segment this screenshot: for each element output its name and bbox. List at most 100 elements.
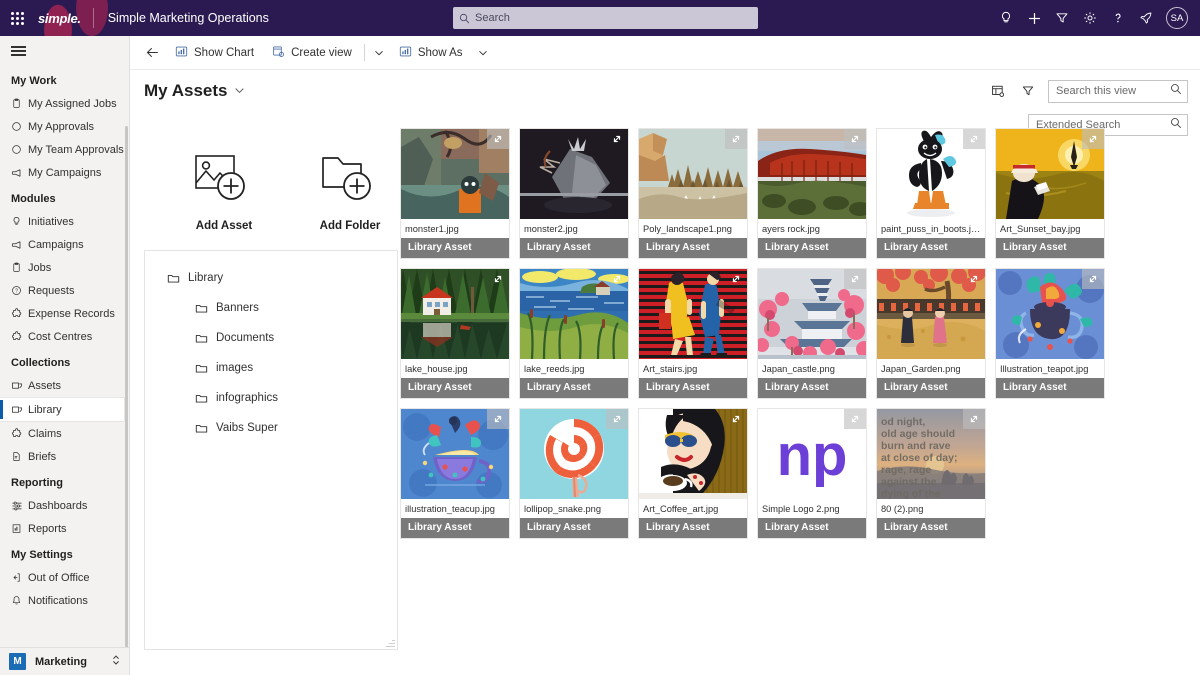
asset-card[interactable]: Japan_Garden.png Library Asset: [876, 268, 986, 399]
asset-thumbnail[interactable]: [758, 269, 866, 359]
sidebar-item-out-of-office[interactable]: Out of Office: [0, 566, 129, 589]
asset-card[interactable]: Art_Sunset_bay.jpg Library Asset: [995, 128, 1105, 259]
expand-icon[interactable]: [844, 409, 866, 429]
tree-node-library[interactable]: Library: [145, 263, 397, 293]
avatar[interactable]: SA: [1166, 7, 1188, 29]
asset-card[interactable]: Illustration_teapot.jpg Library Asset: [995, 268, 1105, 399]
asset-card[interactable]: lollipop_snake.png Library Asset: [519, 408, 629, 539]
add-asset-button[interactable]: Add Asset: [182, 148, 266, 232]
sidebar-item-claims[interactable]: Claims: [0, 422, 129, 445]
asset-thumbnail[interactable]: [996, 269, 1104, 359]
filter-icon[interactable]: [1018, 80, 1038, 102]
area-switcher[interactable]: M Marketing: [0, 647, 129, 675]
asset-card[interactable]: illustration_teacup.jpg Library Asset: [400, 408, 510, 539]
global-search[interactable]: [453, 7, 758, 29]
tree-node-documents[interactable]: Documents: [145, 323, 397, 353]
asset-thumbnail[interactable]: [520, 269, 628, 359]
sidebar-item-dashboards[interactable]: Dashboards: [0, 494, 129, 517]
show-chart-button[interactable]: Show Chart: [166, 39, 263, 67]
expand-icon[interactable]: [487, 129, 509, 149]
app-launcher-button[interactable]: [0, 0, 34, 36]
asset-card[interactable]: Poly_landscape1.png Library Asset: [638, 128, 748, 259]
sidebar-item-expense-records[interactable]: Expense Records: [0, 302, 129, 325]
edit-columns-icon[interactable]: [988, 80, 1008, 102]
asset-card[interactable]: od night, old age should burn and rave a…: [876, 408, 986, 539]
sidebar-item-assets[interactable]: Assets: [0, 374, 129, 397]
show-as-button[interactable]: Show As: [390, 39, 472, 67]
help-icon[interactable]: [1104, 0, 1132, 36]
sidebar-scrollbar[interactable]: [125, 126, 128, 647]
sidebar-item-requests[interactable]: ? Requests: [0, 279, 129, 302]
sidebar-item-reports[interactable]: Reports: [0, 517, 129, 540]
search-this-view-input[interactable]: [1056, 85, 1170, 97]
sidebar-item-my-team-approvals[interactable]: My Team Approvals: [0, 138, 129, 161]
filter-icon[interactable]: [1048, 0, 1076, 36]
expand-icon[interactable]: [963, 269, 985, 289]
global-search-input[interactable]: [475, 12, 752, 24]
asset-thumbnail[interactable]: [401, 409, 509, 499]
search-this-view[interactable]: [1048, 79, 1188, 103]
view-selector[interactable]: My Assets: [144, 81, 245, 101]
sidebar-item-campaigns[interactable]: Campaigns: [0, 233, 129, 256]
sidebar-collapse-button[interactable]: [0, 36, 129, 66]
sidebar-item-my-approvals[interactable]: My Approvals: [0, 115, 129, 138]
asset-card[interactable]: Japan_castle.png Library Asset: [757, 268, 867, 399]
sidebar-item-initiatives[interactable]: Initiatives: [0, 210, 129, 233]
asset-thumbnail[interactable]: [758, 129, 866, 219]
expand-icon[interactable]: [963, 129, 985, 149]
expand-icon[interactable]: [606, 269, 628, 289]
sidebar-item-my-assigned-jobs[interactable]: My Assigned Jobs: [0, 92, 129, 115]
sidebar-item-my-campaigns[interactable]: My Campaigns: [0, 161, 129, 184]
sidebar-item-library[interactable]: Library: [0, 397, 125, 422]
expand-icon[interactable]: [487, 269, 509, 289]
asset-thumbnail[interactable]: [877, 129, 985, 219]
rocket-icon[interactable]: [1132, 0, 1160, 36]
asset-thumbnail[interactable]: [401, 269, 509, 359]
back-button[interactable]: [138, 39, 166, 67]
asset-thumbnail[interactable]: [639, 129, 747, 219]
brand-logo[interactable]: simple.: [34, 11, 93, 26]
expand-icon[interactable]: [725, 409, 747, 429]
expand-icon[interactable]: [606, 129, 628, 149]
asset-thumbnail[interactable]: [639, 409, 747, 499]
asset-card[interactable]: lake_reeds.jpg Library Asset: [519, 268, 629, 399]
expand-icon[interactable]: [725, 269, 747, 289]
tree-node-vaibs-super[interactable]: Vaibs Super: [145, 413, 397, 443]
gear-icon[interactable]: [1076, 0, 1104, 36]
plus-icon[interactable]: [1020, 0, 1048, 36]
expand-icon[interactable]: [1082, 129, 1104, 149]
sidebar-item-jobs[interactable]: Jobs: [0, 256, 129, 279]
create-view-button[interactable]: Create view: [263, 39, 361, 67]
asset-card[interactable]: paint_puss_in_boots.jpg Library Asset: [876, 128, 986, 259]
command-overflow-button[interactable]: [368, 39, 390, 67]
expand-icon[interactable]: [844, 269, 866, 289]
expand-icon[interactable]: [725, 129, 747, 149]
asset-thumbnail[interactable]: np: [758, 409, 866, 499]
lightbulb-icon[interactable]: [992, 0, 1020, 36]
panel-resize-handle[interactable]: [385, 637, 395, 647]
tree-node-banners[interactable]: Banners: [145, 293, 397, 323]
expand-icon[interactable]: [963, 409, 985, 429]
asset-card[interactable]: Art_stairs.jpg Library Asset: [638, 268, 748, 399]
asset-thumbnail[interactable]: [996, 129, 1104, 219]
asset-card[interactable]: np Simple Logo 2.png Library Asset: [757, 408, 867, 539]
sidebar-item-notifications[interactable]: Notifications: [0, 589, 129, 612]
asset-card[interactable]: monster2.jpg Library Asset: [519, 128, 629, 259]
asset-thumbnail[interactable]: [401, 129, 509, 219]
asset-card[interactable]: Art_Coffee_art.jpg Library Asset: [638, 408, 748, 539]
asset-thumbnail[interactable]: od night, old age should burn and rave a…: [877, 409, 985, 499]
expand-icon[interactable]: [606, 409, 628, 429]
asset-thumbnail[interactable]: [520, 409, 628, 499]
asset-card[interactable]: monster1.jpg Library Asset: [400, 128, 510, 259]
expand-icon[interactable]: [844, 129, 866, 149]
asset-thumbnail[interactable]: [520, 129, 628, 219]
asset-card[interactable]: ayers rock.jpg Library Asset: [757, 128, 867, 259]
sidebar-item-briefs[interactable]: Briefs: [0, 445, 129, 468]
asset-thumbnail[interactable]: [639, 269, 747, 359]
asset-thumbnail[interactable]: [877, 269, 985, 359]
tree-node-images[interactable]: images: [145, 353, 397, 383]
add-folder-button[interactable]: Add Folder: [308, 148, 392, 232]
asset-card[interactable]: lake_house.jpg Library Asset: [400, 268, 510, 399]
show-as-chevron[interactable]: [472, 39, 494, 67]
expand-icon[interactable]: [487, 409, 509, 429]
